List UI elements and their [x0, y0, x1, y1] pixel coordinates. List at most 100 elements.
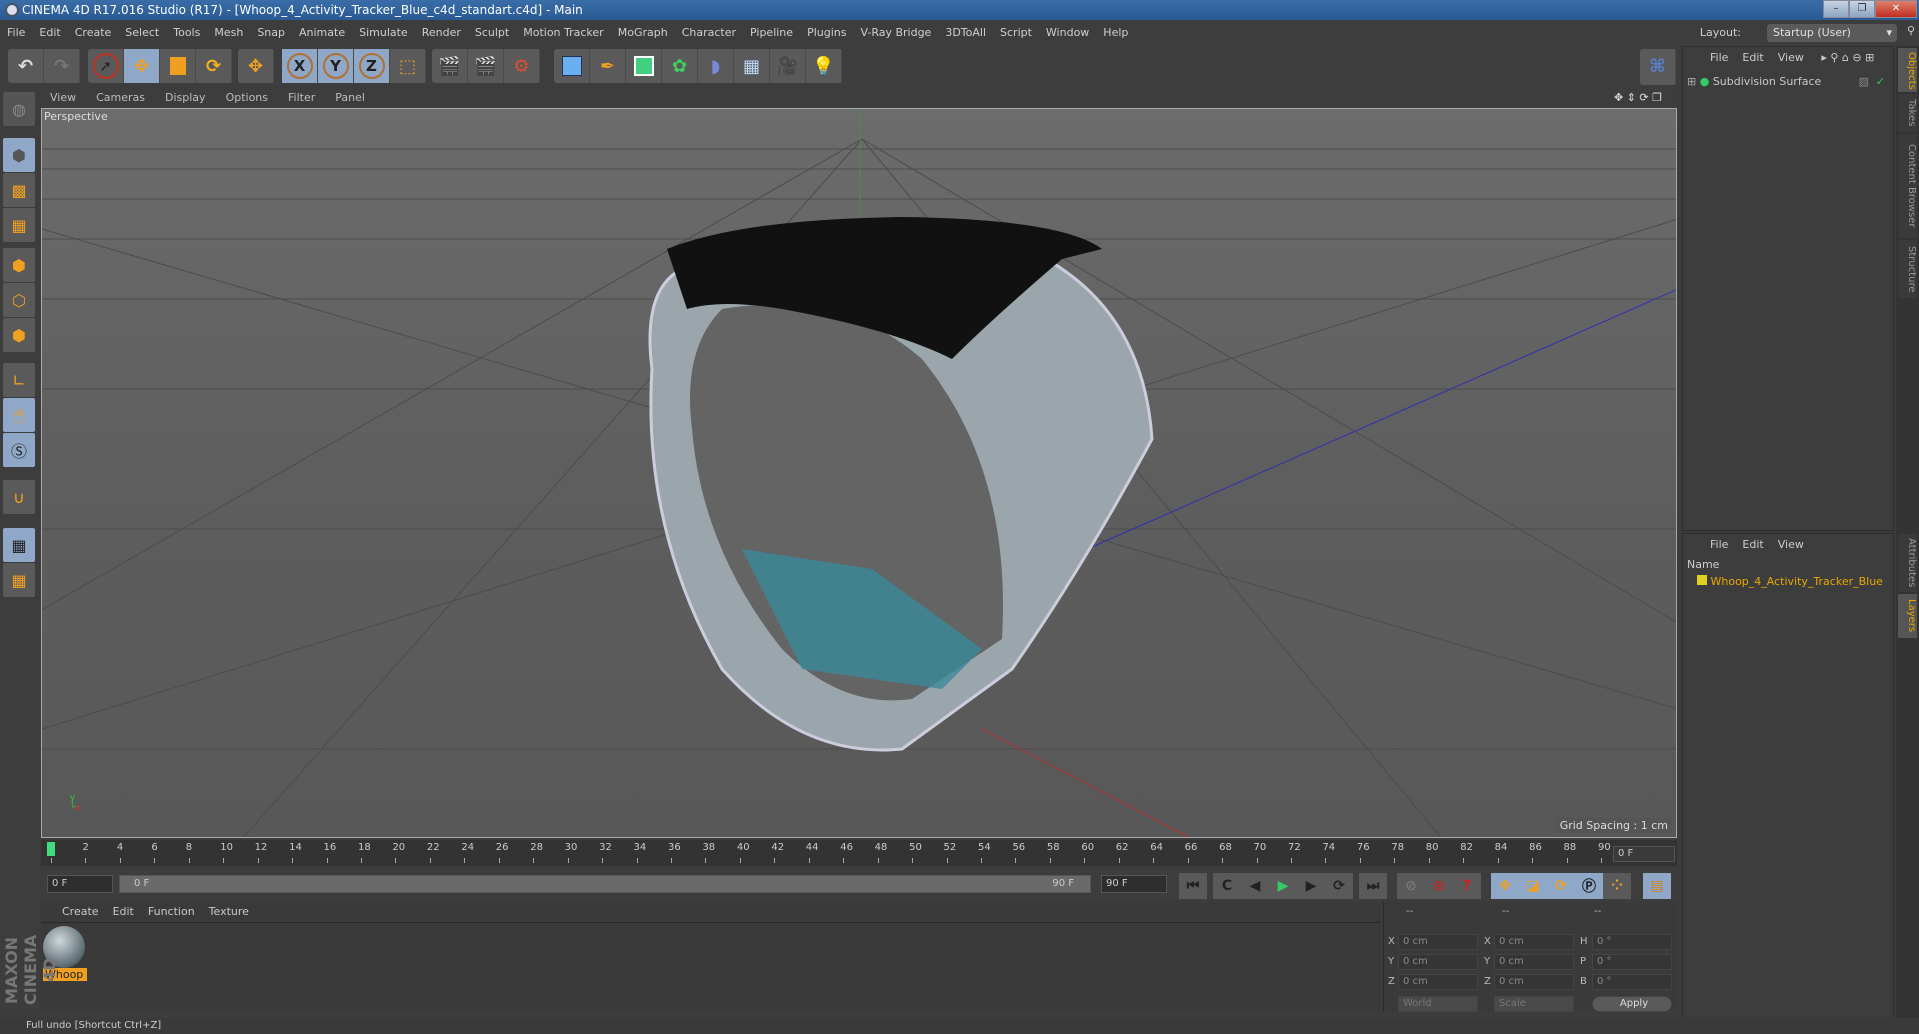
rotation-p-field[interactable]: 0 °	[1592, 954, 1672, 970]
key-parameter-icon[interactable]: Ⓟ	[1575, 873, 1603, 899]
rotation-h-field[interactable]: 0 °	[1592, 934, 1672, 950]
start-frame-field[interactable]: 0 F	[47, 875, 113, 893]
material-menu-texture[interactable]: Texture	[202, 905, 256, 918]
material-menu-function[interactable]: Function	[141, 905, 202, 918]
tab-objects[interactable]: Objects	[1898, 48, 1917, 92]
menu-help[interactable]: Help	[1096, 20, 1135, 46]
viewport-menu-display[interactable]: Display	[155, 88, 216, 108]
render-view-icon[interactable]: 🎬	[432, 49, 468, 83]
tab-layers[interactable]: Layers	[1898, 594, 1917, 638]
model-mode-icon[interactable]: ⬢	[3, 138, 35, 172]
position-z-field[interactable]: 0 cm	[1398, 974, 1478, 990]
prev-key-icon[interactable]: C	[1213, 873, 1241, 899]
size-y-field[interactable]: 0 cm	[1494, 954, 1574, 970]
select-tool-icon[interactable]: ➚	[88, 49, 124, 83]
play-icon[interactable]: ▶	[1269, 873, 1297, 899]
floor-icon[interactable]: ▦	[734, 49, 770, 83]
render-picture-viewer-icon[interactable]: 🎬	[468, 49, 504, 83]
material-menu-create[interactable]: Create	[55, 905, 106, 918]
next-frame-icon[interactable]: ▶	[1297, 873, 1325, 899]
layers-menu-edit[interactable]: Edit	[1735, 534, 1770, 556]
menu-mesh[interactable]: Mesh	[207, 20, 250, 46]
snap-magnet-icon[interactable]: ∪	[3, 480, 35, 514]
position-x-field[interactable]: 0 cm	[1398, 934, 1478, 950]
goto-end-icon[interactable]: ⏭	[1359, 873, 1387, 899]
objects-menu-file[interactable]: File	[1703, 47, 1735, 69]
globe-icon[interactable]: ◍	[3, 92, 35, 126]
camera-icon[interactable]: 🎥	[770, 49, 806, 83]
objects-menu-view[interactable]: View	[1771, 47, 1811, 69]
layers-menu-view[interactable]: View	[1771, 534, 1811, 556]
menu-motion-tracker[interactable]: Motion Tracker	[516, 20, 610, 46]
timeline-ruler[interactable]: 0246810121416182022242628303234363840424…	[41, 840, 1677, 866]
menu-select[interactable]: Select	[118, 20, 166, 46]
material-menu-edit[interactable]: Edit	[106, 905, 141, 918]
goto-start-icon[interactable]: ⏮	[1179, 873, 1207, 899]
tab-structure[interactable]: Structure	[1898, 240, 1917, 298]
pen-spline-icon[interactable]: ✒	[590, 49, 626, 83]
menu-window[interactable]: Window	[1039, 20, 1096, 46]
workplane-mode-icon[interactable]: ▦	[3, 208, 35, 242]
size-z-field[interactable]: 0 cm	[1494, 974, 1574, 990]
object-enabled-check-icon[interactable]: ✓	[1876, 73, 1885, 91]
viewport-nav-icons[interactable]: ✥ ⇕ ⟳ ❐	[1604, 88, 1672, 108]
playhead[interactable]	[47, 842, 55, 856]
viewport-menu-options[interactable]: Options	[216, 88, 278, 108]
key-rotation-icon[interactable]: ⟳	[1547, 873, 1575, 899]
rotation-b-field[interactable]: 0 °	[1592, 974, 1672, 990]
x-axis-lock-icon[interactable]: X	[282, 49, 318, 83]
axis-mode-icon[interactable]: ∟	[3, 363, 35, 397]
viewport-menu-filter[interactable]: Filter	[278, 88, 325, 108]
objects-menu-edit[interactable]: Edit	[1735, 47, 1770, 69]
points-mode-icon[interactable]: ⬢	[3, 248, 35, 282]
layer-row[interactable]: Whoop_4_Activity_Tracker_Blue	[1697, 574, 1893, 590]
z-axis-lock-icon[interactable]: Z	[354, 49, 390, 83]
workplane-lock-icon[interactable]: ▦	[3, 528, 35, 562]
undo-icon[interactable]: ↶	[8, 49, 44, 83]
prev-frame-icon[interactable]: ◀	[1241, 873, 1269, 899]
next-key-icon[interactable]: ⟳	[1325, 873, 1353, 899]
position-y-field[interactable]: 0 cm	[1398, 954, 1478, 970]
menu-script[interactable]: Script	[993, 20, 1039, 46]
key-scale-icon[interactable]: ◪	[1519, 873, 1547, 899]
search-icon[interactable]: ⚲	[1907, 24, 1915, 37]
menu-edit[interactable]: Edit	[32, 20, 67, 46]
layers-menu-file[interactable]: File	[1703, 534, 1735, 556]
rotate-tool-icon[interactable]: ⟳	[196, 49, 232, 83]
viewport-menu-view[interactable]: View	[40, 88, 86, 108]
autokey-icon[interactable]: ⊙	[1425, 873, 1453, 899]
viewport-menu-panel[interactable]: Panel	[325, 88, 375, 108]
render-settings-icon[interactable]: ⚙	[504, 49, 540, 83]
menu-character[interactable]: Character	[675, 20, 743, 46]
subdivision-surface-icon[interactable]	[626, 49, 662, 83]
polygons-mode-icon[interactable]: ⬢	[3, 318, 35, 352]
texture-mode-icon[interactable]: ▩	[3, 173, 35, 207]
redo-icon[interactable]: ↷	[44, 49, 80, 83]
menu-3dtoall[interactable]: 3DToAll	[938, 20, 993, 46]
tab-takes[interactable]: Takes	[1898, 94, 1917, 132]
close-button[interactable]: ✕	[1875, 0, 1917, 18]
menu-sculpt[interactable]: Sculpt	[468, 20, 516, 46]
tab-attributes[interactable]: Attributes	[1898, 534, 1917, 592]
3d-viewport[interactable]: Perspective Grid Spacing : 1 cm y └x	[41, 108, 1677, 838]
layout-dropdown[interactable]: Startup (User) ▾	[1767, 24, 1897, 42]
size-x-field[interactable]: 0 cm	[1494, 934, 1574, 950]
end-frame-field[interactable]: 90 F	[1101, 875, 1167, 893]
solo-mode-icon[interactable]: Ⓢ	[3, 433, 35, 467]
object-row[interactable]: ⊞ ● Subdivision Surface ▨ ✓	[1687, 73, 1887, 91]
viewport-menu-cameras[interactable]: Cameras	[86, 88, 155, 108]
minimize-button[interactable]: –	[1823, 0, 1849, 18]
deformer-icon[interactable]: ◗	[698, 49, 734, 83]
key-pla-icon[interactable]: ⁘	[1603, 873, 1631, 899]
key-position-icon[interactable]: ✥	[1491, 873, 1519, 899]
menu-snap[interactable]: Snap	[250, 20, 292, 46]
layer-color-swatch[interactable]	[1697, 575, 1707, 585]
current-frame-field[interactable]: 0 F	[1613, 846, 1675, 862]
light-icon[interactable]: 💡	[806, 49, 842, 83]
tab-content-browser[interactable]: Content Browser	[1898, 134, 1917, 238]
python-icon[interactable]: ⌘	[1640, 49, 1676, 85]
maximize-button[interactable]: ❐	[1849, 0, 1875, 18]
world-coords-icon[interactable]: ⬚	[390, 49, 426, 83]
menu-create[interactable]: Create	[68, 20, 119, 46]
menu-file[interactable]: File	[0, 20, 32, 46]
